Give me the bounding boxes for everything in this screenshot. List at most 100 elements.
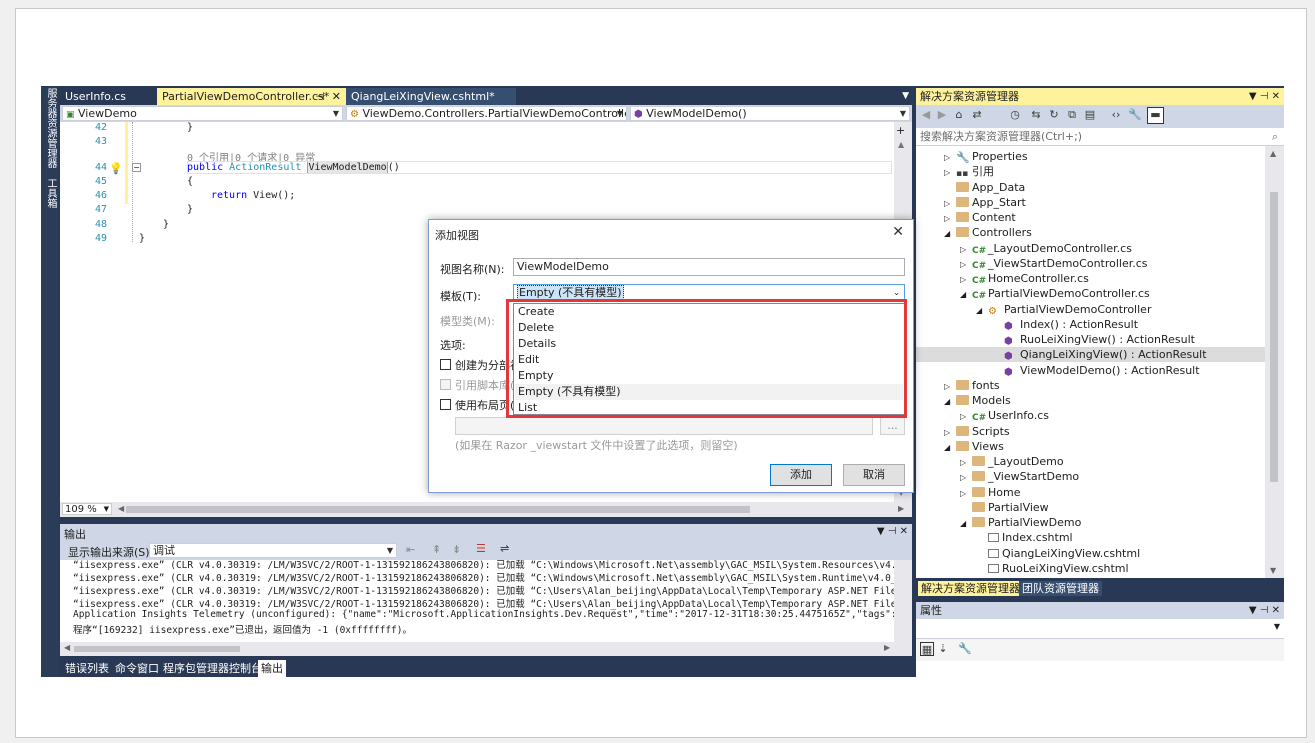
back-icon[interactable]: ◀ [919, 108, 933, 122]
project-combo[interactable]: ▣ ViewDemo ▼ [62, 106, 343, 121]
zoom-combo[interactable]: 109 % ▼ [62, 503, 112, 515]
tab-solution-explorer[interactable]: 解决方案资源管理器 [918, 581, 1023, 596]
use-layout-checkbox[interactable] [440, 399, 451, 410]
expand-arrow-icon[interactable]: ▷ [944, 379, 956, 394]
tree-node[interactable]: ◢ ⚙ PartialViewDemoController [916, 302, 1265, 317]
browse-layout-button[interactable]: ... [880, 417, 905, 435]
split-icon[interactable]: + [896, 124, 905, 137]
scroll-up-icon[interactable]: ▲ [898, 140, 904, 149]
alphabetical-icon[interactable]: ⇣ [936, 642, 950, 656]
partial-view-checkbox[interactable] [440, 359, 451, 370]
tab-team-explorer[interactable]: 团队资源管理器 [1019, 581, 1102, 596]
property-pages-icon[interactable]: 🔧 [958, 642, 972, 656]
tree-node[interactable]: ▷ Content [916, 210, 1265, 225]
tab-qiangleixingview[interactable]: QiangLeiXingView.cshtml* [346, 88, 516, 105]
properties-object-combo[interactable]: ▼ [916, 619, 1284, 639]
tree-node[interactable]: QiangLeiXingView.cshtml [916, 546, 1265, 561]
expand-arrow-icon[interactable]: ▷ [960, 470, 972, 485]
tree-node[interactable]: ▷ C# _LayoutDemoController.cs [916, 241, 1265, 256]
search-icon[interactable]: ⌕ [1272, 128, 1278, 145]
solution-explorer-scrollbar[interactable]: ▲ ▼ [1265, 146, 1284, 578]
switch-views-icon[interactable]: ⇄ [970, 108, 984, 122]
tree-node[interactable]: ▷ 🔧 Properties [916, 149, 1265, 164]
template-option-delete[interactable]: Delete [515, 320, 903, 336]
tab-command-window[interactable]: 命令窗口 [112, 660, 162, 677]
categorized-icon[interactable]: ▦ [920, 642, 934, 656]
preview-selected-icon[interactable]: ▬ [1147, 107, 1164, 124]
refresh-icon[interactable]: ↻ [1047, 108, 1061, 122]
properties-icon[interactable]: 🔧 [1128, 108, 1142, 122]
scroll-up-icon[interactable]: ▲ [1270, 149, 1276, 158]
tab-overflow-dropdown-icon[interactable]: ▼ [902, 88, 909, 105]
tab-output[interactable]: 输出 [258, 660, 286, 677]
server-explorer-tab[interactable]: 服务器资源管理器 [43, 88, 57, 168]
tree-node[interactable]: ◢ Controllers [916, 225, 1265, 240]
member-combo[interactable]: ⬢ ViewModelDemo() ▼ [630, 106, 910, 121]
cancel-button[interactable]: 取消 [843, 464, 905, 486]
properties-grid[interactable] [916, 661, 1284, 677]
solution-explorer-search[interactable]: 搜索解决方案资源管理器(Ctrl+;) ⌕ [916, 128, 1284, 146]
output-vertical-scrollbar[interactable] [894, 560, 912, 656]
close-icon[interactable]: ✕ [332, 88, 341, 105]
tree-node[interactable]: ◢ PartialViewDemo [916, 515, 1265, 530]
tree-node[interactable]: ◢ Views [916, 439, 1265, 454]
tree-node[interactable]: ◢ C# PartialViewDemoController.cs [916, 286, 1265, 301]
template-option-details[interactable]: Details [515, 336, 903, 352]
find-next-icon[interactable]: ⇟ [452, 543, 461, 556]
collapse-all-icon[interactable]: ⧉ [1065, 108, 1079, 122]
expand-arrow-icon[interactable]: ▷ [960, 242, 972, 257]
template-select[interactable]: Empty (不具有模型) ⌄ [513, 284, 905, 302]
tree-node[interactable]: ▷ _LayoutDemo [916, 454, 1265, 469]
clear-all-icon[interactable]: ☰ [476, 542, 486, 555]
tree-node[interactable]: RuoLeiXingView.cshtml [916, 561, 1265, 576]
tree-node[interactable]: ▷ C# _ViewStartDemoController.cs [916, 256, 1265, 271]
toolbox-tab[interactable]: 工具箱 [43, 178, 57, 208]
close-icon[interactable]: ✕ [892, 224, 904, 240]
tab-userinfo[interactable]: UserInfo.cs [60, 88, 155, 105]
expand-arrow-icon[interactable]: ▷ [960, 486, 972, 501]
tree-node[interactable]: ▷ App_Start [916, 195, 1265, 210]
horizontal-scroll-thumb[interactable] [126, 506, 750, 513]
panel-window-buttons[interactable]: ▼ ⊣ ✕ [877, 526, 908, 537]
solution-explorer-tree[interactable]: ▷ 🔧 Properties ▷ ▪▪ 引用 App_Data ▷ App_Start ▷ Cont… [916, 146, 1284, 578]
expand-arrow-icon[interactable]: ▷ [960, 257, 972, 272]
output-text[interactable]: “iisexpress.exe” (CLR v4.0.30319: /LM/W3… [60, 560, 912, 656]
tree-node[interactable]: ▷ ▪▪ 引用 [916, 164, 1265, 179]
expand-arrow-icon[interactable]: ▷ [944, 150, 956, 165]
panel-window-buttons[interactable]: ▼ ⊣ ✕ [1249, 602, 1280, 619]
expanded-arrow-icon[interactable]: ◢ [960, 287, 972, 302]
word-wrap-icon[interactable]: ⇌ [500, 542, 509, 555]
tree-node[interactable]: ▷ fonts [916, 378, 1265, 393]
panel-window-buttons[interactable]: ▼ ⊣ ✕ [1249, 88, 1280, 105]
tree-node[interactable]: ▷ _ViewStartDemo [916, 469, 1265, 484]
lightbulb-icon[interactable]: 💡 [109, 162, 123, 175]
expand-arrow-icon[interactable]: ▷ [944, 196, 956, 211]
tree-node[interactable]: App_Data [916, 180, 1265, 195]
scroll-right-icon[interactable]: ▶ [898, 504, 904, 513]
tree-node[interactable]: ▷ C# UserInfo.cs [916, 408, 1265, 423]
find-prev-icon[interactable]: ⇞ [432, 543, 441, 556]
template-option-list[interactable]: List [515, 400, 903, 416]
tree-node[interactable]: ▷ C# HomeController.cs [916, 271, 1265, 286]
expand-arrow-icon[interactable]: ▷ [944, 211, 956, 226]
template-option-create[interactable]: Create [515, 304, 903, 320]
vertical-scroll-thumb[interactable] [1270, 192, 1278, 482]
pending-changes-icon[interactable]: ◷ [1008, 108, 1022, 122]
tree-node[interactable]: PartialView [916, 500, 1265, 515]
expand-arrow-icon[interactable]: ▷ [960, 272, 972, 287]
tab-package-manager-console[interactable]: 程序包管理器控制台 [160, 660, 265, 677]
tree-node[interactable]: ⬢ QiangLeiXingView() : ActionResult [916, 347, 1265, 363]
view-name-input[interactable]: ViewModelDemo [513, 258, 905, 276]
expanded-arrow-icon[interactable]: ◢ [944, 226, 956, 241]
tree-node[interactable]: ⬢ ViewModelDemo() : ActionResult [916, 363, 1265, 378]
expanded-arrow-icon[interactable]: ◢ [960, 516, 972, 531]
tab-partialviewdemocontroller[interactable]: PartialViewDemoController.cs* ⊣ ✕ [157, 88, 346, 105]
scroll-left-icon[interactable]: ◀ [118, 504, 124, 513]
layout-path-input[interactable] [455, 417, 873, 435]
tab-error-list[interactable]: 错误列表 [62, 660, 112, 677]
tree-node[interactable]: ▷ Home [916, 485, 1265, 500]
class-combo[interactable]: ⚙ ViewDemo.Controllers.PartialViewDemoCo… [346, 106, 627, 121]
view-code-icon[interactable]: ‹› [1109, 108, 1123, 122]
expand-arrow-icon[interactable]: ▷ [944, 165, 956, 180]
output-source-combo[interactable]: 调试 ▼ [149, 543, 397, 558]
